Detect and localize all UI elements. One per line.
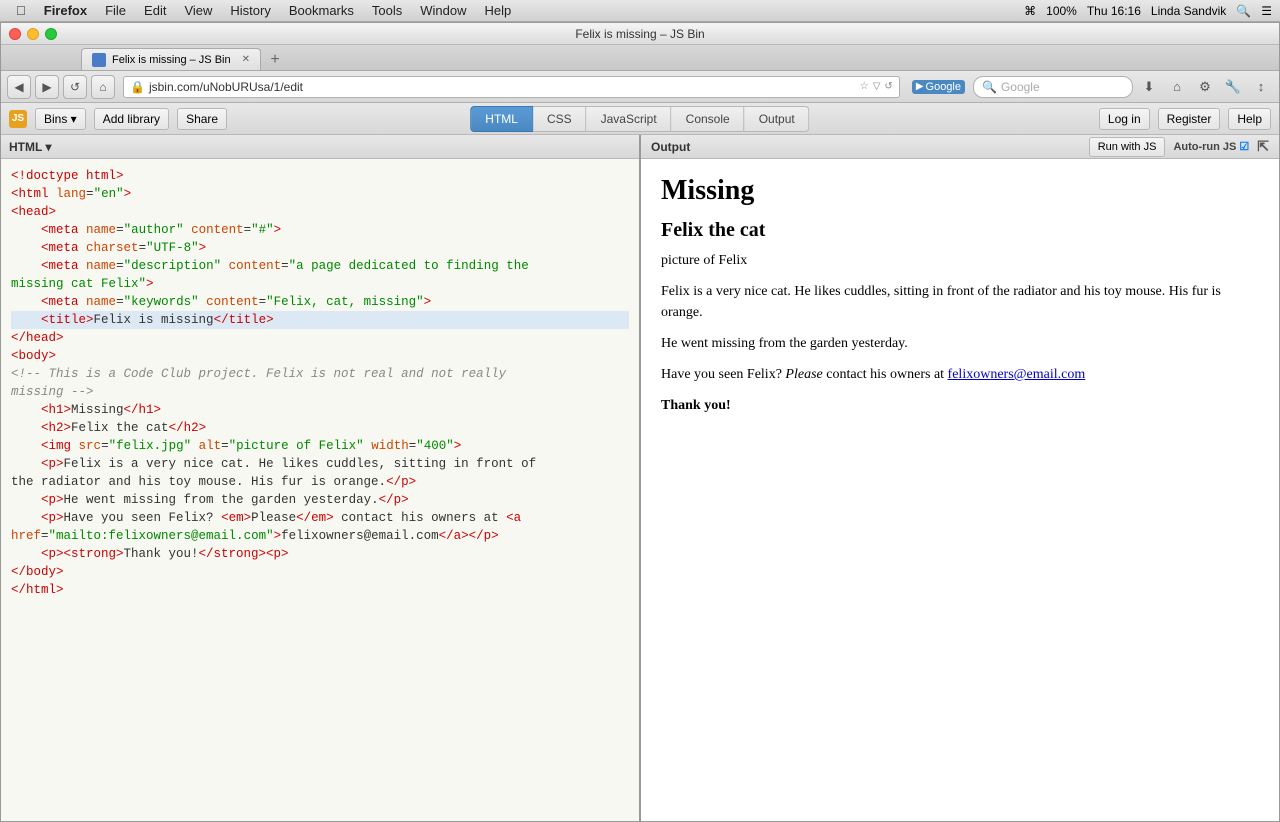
tab-output[interactable]: Output xyxy=(745,106,810,132)
output-h1: Missing xyxy=(661,175,1259,207)
output-label: Output xyxy=(651,140,690,154)
browser-tab[interactable]: Felix is missing – JS Bin ✕ xyxy=(81,48,261,70)
apple-menu-item[interactable]:  xyxy=(8,3,34,18)
output-header-right: Run with JS Auto-run JS ☑ ⇱ xyxy=(1089,137,1269,157)
share-button[interactable]: Share xyxy=(177,108,227,130)
output-p3-em: Please xyxy=(785,367,822,382)
output-p4: Thank you! xyxy=(661,395,1259,416)
bins-dropdown[interactable]: Bins ▾ xyxy=(35,108,86,130)
download-button[interactable]: ⬇ xyxy=(1137,75,1161,99)
tab-javascript[interactable]: JavaScript xyxy=(587,106,672,132)
output-img-alt: picture of Felix xyxy=(661,250,1259,271)
output-p2: He went missing from the garden yesterda… xyxy=(661,333,1259,354)
html-panel-label[interactable]: HTML ▾ xyxy=(9,140,51,154)
sync-button[interactable]: ↕ xyxy=(1249,75,1273,99)
search-icon[interactable]: 🔍 xyxy=(1236,4,1251,18)
nav-bar: ◀ ▶ ↺ ⌂ 🔒 jsbin.com/uNobURUsa/1/edit ☆ ▽… xyxy=(1,71,1279,103)
traffic-lights xyxy=(9,28,57,40)
browser-window: Felix is missing – JS Bin Felix is missi… xyxy=(0,22,1280,822)
code-panel: HTML ▾ <!doctype html> <html lang="en"> … xyxy=(1,135,641,821)
html-panel-header: HTML ▾ xyxy=(1,135,639,159)
refresh-small-icon[interactable]: ↺ xyxy=(884,81,892,92)
output-p3-start: Have you seen Felix? xyxy=(661,367,785,382)
back-button[interactable]: ◀ xyxy=(7,75,31,99)
jsbin-toolbar-right: Log in Register Help xyxy=(1099,108,1271,130)
tab-close-button[interactable]: ✕ xyxy=(242,54,250,65)
tab-bar: Felix is missing – JS Bin ✕ + xyxy=(1,45,1279,71)
output-email-link[interactable]: felixowners@email.com xyxy=(948,367,1086,382)
os-menubar:  Firefox File Edit View History Bookmar… xyxy=(0,0,1280,22)
address-bar[interactable]: 🔒 jsbin.com/uNobURUsa/1/edit ☆ ▽ ↺ xyxy=(123,76,900,98)
output-p3-mid: contact his owners at xyxy=(823,367,948,382)
expand-icon[interactable]: ⇱ xyxy=(1257,138,1269,155)
battery-indicator: 100% xyxy=(1046,4,1077,18)
search-placeholder: Google xyxy=(1001,80,1040,94)
file-menu-item[interactable]: File xyxy=(97,3,134,18)
output-header: Output Run with JS Auto-run JS ☑ ⇱ xyxy=(641,135,1279,159)
search-icon: 🔍 xyxy=(982,80,997,94)
code-editor[interactable]: <!doctype html> <html lang="en"> <head> … xyxy=(1,159,639,821)
output-p4-strong: Thank you! xyxy=(661,398,731,413)
output-p3: Have you seen Felix? Please contact his … xyxy=(661,364,1259,385)
clock: Thu 16:16 xyxy=(1087,4,1141,18)
menu-icon[interactable]: ☰ xyxy=(1261,4,1272,18)
add-library-label: Add library xyxy=(103,112,160,126)
help-menu-item[interactable]: Help xyxy=(477,3,520,18)
url-text: jsbin.com/uNobURUsa/1/edit xyxy=(149,80,303,94)
history-menu-item[interactable]: History xyxy=(222,3,278,18)
jsbin-logo: JS xyxy=(9,110,27,128)
jsbin-toolbar-left: JS Bins ▾ Add library Share xyxy=(9,108,227,130)
home-button[interactable]: ⌂ xyxy=(91,75,115,99)
jsbin-tab-bar: HTML CSS JavaScript Console Output xyxy=(470,106,809,132)
share-label: Share xyxy=(186,112,218,126)
main-content: HTML ▾ <!doctype html> <html lang="en"> … xyxy=(1,135,1279,821)
settings-button[interactable]: ⚙ xyxy=(1193,75,1217,99)
google-icon: ▶ xyxy=(916,81,924,92)
wifi-icon: ⌘ xyxy=(1024,4,1036,18)
firefox-menu-item[interactable]: Firefox xyxy=(36,3,95,18)
os-right-status: ⌘ 100% Thu 16:16 Linda Sandvik 🔍 ☰ xyxy=(1024,4,1272,18)
run-with-js-button[interactable]: Run with JS xyxy=(1089,137,1166,157)
tab-css[interactable]: CSS xyxy=(533,106,587,132)
tab-title: Felix is missing – JS Bin xyxy=(112,54,231,66)
jsbin-toolbar: JS Bins ▾ Add library Share HTML CSS Jav… xyxy=(1,103,1279,135)
autorun-checkbox[interactable]: ☑ xyxy=(1239,140,1249,153)
developer-button[interactable]: 🔧 xyxy=(1221,75,1245,99)
autorun-label[interactable]: Auto-run JS ☑ xyxy=(1173,140,1249,153)
window-title: Felix is missing – JS Bin xyxy=(575,27,704,41)
output-content: Missing Felix the cat picture of Felix F… xyxy=(641,159,1279,821)
output-h2: Felix the cat xyxy=(661,219,1259,242)
refresh-button[interactable]: ↺ xyxy=(63,75,87,99)
bookmark-star-icon[interactable]: ☆ xyxy=(860,81,869,92)
bookmarks-button[interactable]: ⌂ xyxy=(1165,75,1189,99)
tab-html[interactable]: HTML xyxy=(470,106,533,132)
google-indicator: ▶ Google xyxy=(912,80,965,94)
browser-titlebar: Felix is missing – JS Bin xyxy=(1,23,1279,45)
bins-label: Bins ▾ xyxy=(44,112,77,126)
window-menu-item[interactable]: Window xyxy=(412,3,474,18)
minimize-button[interactable] xyxy=(27,28,39,40)
login-button[interactable]: Log in xyxy=(1099,108,1150,130)
add-library-button[interactable]: Add library xyxy=(94,108,169,130)
address-secure-icon: 🔒 xyxy=(130,80,145,94)
edit-menu-item[interactable]: Edit xyxy=(136,3,174,18)
help-button[interactable]: Help xyxy=(1228,108,1271,130)
tools-menu-item[interactable]: Tools xyxy=(364,3,410,18)
bookmarks-menu-item[interactable]: Bookmarks xyxy=(281,3,362,18)
bookmark-down-icon[interactable]: ▽ xyxy=(873,81,881,92)
maximize-button[interactable] xyxy=(45,28,57,40)
output-p1: Felix is a very nice cat. He likes cuddl… xyxy=(661,281,1259,323)
tab-console[interactable]: Console xyxy=(672,106,745,132)
close-button[interactable] xyxy=(9,28,21,40)
search-bar[interactable]: 🔍 Google xyxy=(973,76,1133,98)
register-button[interactable]: Register xyxy=(1158,108,1221,130)
view-menu-item[interactable]: View xyxy=(176,3,220,18)
tab-favicon xyxy=(92,53,106,67)
new-tab-button[interactable]: + xyxy=(265,50,285,70)
forward-button[interactable]: ▶ xyxy=(35,75,59,99)
output-panel: Output Run with JS Auto-run JS ☑ ⇱ Missi… xyxy=(641,135,1279,821)
username: Linda Sandvik xyxy=(1151,4,1226,18)
